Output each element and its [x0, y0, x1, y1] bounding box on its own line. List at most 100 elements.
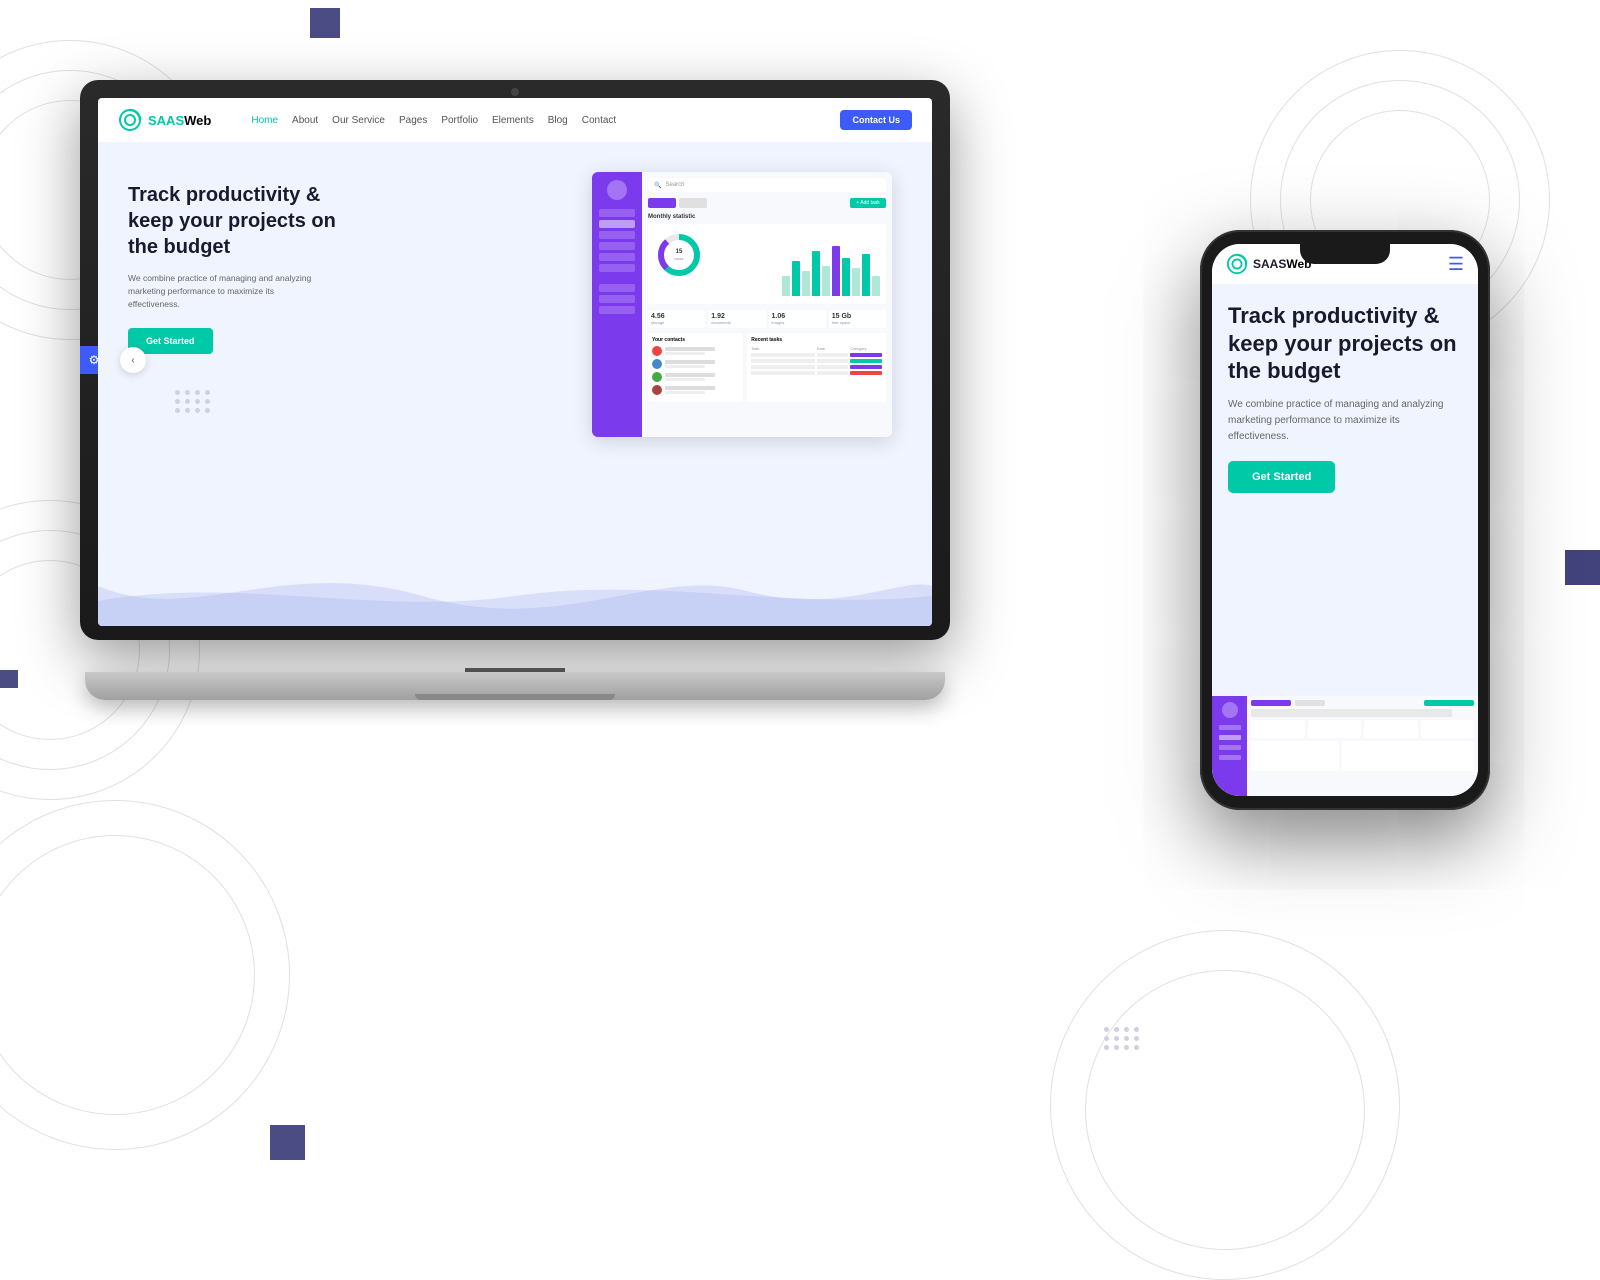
sidebar-item	[599, 220, 635, 228]
phone-screen: SAASWeb ☰ Track productivity & keep your…	[1212, 244, 1478, 796]
dots-decoration	[175, 390, 211, 413]
contact-name	[665, 386, 715, 390]
hero-content: Track productivity & keep your projects …	[128, 172, 582, 354]
contact-info	[665, 347, 739, 355]
contact-email	[665, 378, 705, 381]
contact-email	[665, 352, 705, 355]
svg-text:tasks: tasks	[674, 256, 683, 261]
task-date	[817, 371, 849, 375]
sidebar-item	[599, 231, 635, 239]
contact-email	[665, 391, 705, 394]
metric-label: images	[772, 320, 823, 325]
tasks-table: Recent tasks TaskDateCategory	[747, 333, 886, 402]
nav-service[interactable]: Our Service	[332, 115, 385, 126]
metric-value: 4.56	[651, 313, 702, 320]
task-category	[850, 359, 882, 363]
hamburger-menu[interactable]: ☰	[1448, 254, 1464, 275]
contact-name	[665, 347, 715, 351]
nav-elements[interactable]: Elements	[492, 115, 534, 126]
task-date	[817, 353, 849, 357]
contact-row	[652, 385, 739, 395]
laptop-camera	[511, 88, 519, 96]
sidebar-item	[599, 284, 635, 292]
task-row	[751, 353, 882, 357]
phone-dashboard-preview	[1212, 696, 1478, 796]
hero-dashboard: 🔍 Search + Add task Monthly statistic	[582, 162, 902, 442]
laptop-mockup: ⚙ ‹ SAASWeb	[80, 80, 950, 800]
nav-about[interactable]: About	[292, 115, 318, 126]
contact-info	[665, 386, 739, 394]
sidebar-item	[599, 306, 635, 314]
contact-info	[665, 360, 739, 368]
metric-value: 15 Gb	[832, 313, 883, 320]
phone-get-started-button[interactable]: Get Started	[1228, 461, 1335, 493]
hero-description: We combine practice of managing and anal…	[128, 272, 328, 310]
tab-week[interactable]	[679, 198, 707, 208]
site-navigation: SAASWeb Home About Our Service Pages Por…	[98, 98, 932, 142]
phone-dashboard-content	[1247, 696, 1478, 796]
circle-ring	[1085, 970, 1365, 1250]
task-name	[751, 359, 814, 363]
nav-pages[interactable]: Pages	[399, 115, 427, 126]
site-logo: SAASWeb	[118, 108, 211, 132]
task-category	[850, 353, 882, 357]
contact-row	[652, 359, 739, 369]
add-task-btn[interactable]: + Add task	[850, 198, 886, 208]
task-date	[817, 365, 849, 369]
nav-portfolio[interactable]: Portfolio	[441, 115, 478, 126]
contact-row	[652, 372, 739, 382]
task-category	[850, 365, 882, 369]
contact-row	[652, 346, 739, 356]
wave-decoration	[98, 546, 932, 626]
phone-dash-metrics	[1251, 720, 1474, 738]
phone-dash-row	[1251, 709, 1452, 717]
nav-contact[interactable]: Contact	[582, 115, 616, 126]
phone-hero: Track productivity & keep your projects …	[1212, 284, 1478, 493]
avatar	[652, 372, 662, 382]
nav-home[interactable]: Home	[251, 115, 278, 126]
contact-us-button[interactable]: Contact Us	[840, 110, 912, 130]
sidebar-item	[599, 295, 635, 303]
task-row	[751, 359, 882, 363]
svg-text:15: 15	[676, 249, 683, 255]
phone-mockup: SAASWeb ☰ Track productivity & keep your…	[1200, 230, 1490, 830]
metric-value: 1.92	[711, 313, 762, 320]
sidebar-item	[599, 209, 635, 217]
sidebar-item	[599, 253, 635, 261]
metric-label: storage	[651, 320, 702, 325]
tasks-title: Recent tasks	[751, 337, 882, 343]
sidebar-item	[599, 264, 635, 272]
task-row	[751, 365, 882, 369]
metric-label: free space	[832, 320, 883, 325]
avatar	[652, 385, 662, 395]
nav-blog[interactable]: Blog	[548, 115, 568, 126]
tasks-header: TaskDateCategory	[751, 346, 882, 351]
contact-name	[665, 360, 715, 364]
phone-notch	[1300, 244, 1390, 264]
tables-section: Your contacts	[648, 333, 886, 402]
laptop-outer: ⚙ ‹ SAASWeb	[80, 80, 950, 670]
dashboard-sidebar	[592, 172, 642, 437]
donut-chart: 15 tasks	[654, 230, 704, 280]
phone-dash-tables	[1251, 741, 1474, 771]
metric-storage: 4.56 storage	[648, 310, 705, 328]
tab-active[interactable]	[648, 198, 676, 208]
slider-prev-arrow[interactable]: ‹	[120, 347, 146, 373]
hero-section: Track productivity & keep your projects …	[98, 142, 932, 626]
phone-dash-header	[1251, 700, 1474, 706]
hero-title: Track productivity & keep your projects …	[128, 182, 348, 260]
metric-label: documents	[711, 320, 762, 325]
contact-name	[665, 373, 715, 377]
contact-email	[665, 365, 705, 368]
bar-chart	[782, 236, 880, 296]
metric-docs: 1.92 documents	[708, 310, 765, 328]
square-decoration	[310, 8, 340, 38]
dashboard-search[interactable]: 🔍 Search	[648, 178, 886, 192]
chart-area: 15 tasks	[648, 224, 886, 304]
dots-decoration	[1104, 1027, 1140, 1050]
contact-info	[665, 373, 739, 381]
dashboard-tabs: + Add task	[648, 198, 886, 208]
task-name	[751, 353, 814, 357]
metric-free: 15 Gb free space	[829, 310, 886, 328]
laptop-screen: ⚙ ‹ SAASWeb	[98, 98, 932, 626]
